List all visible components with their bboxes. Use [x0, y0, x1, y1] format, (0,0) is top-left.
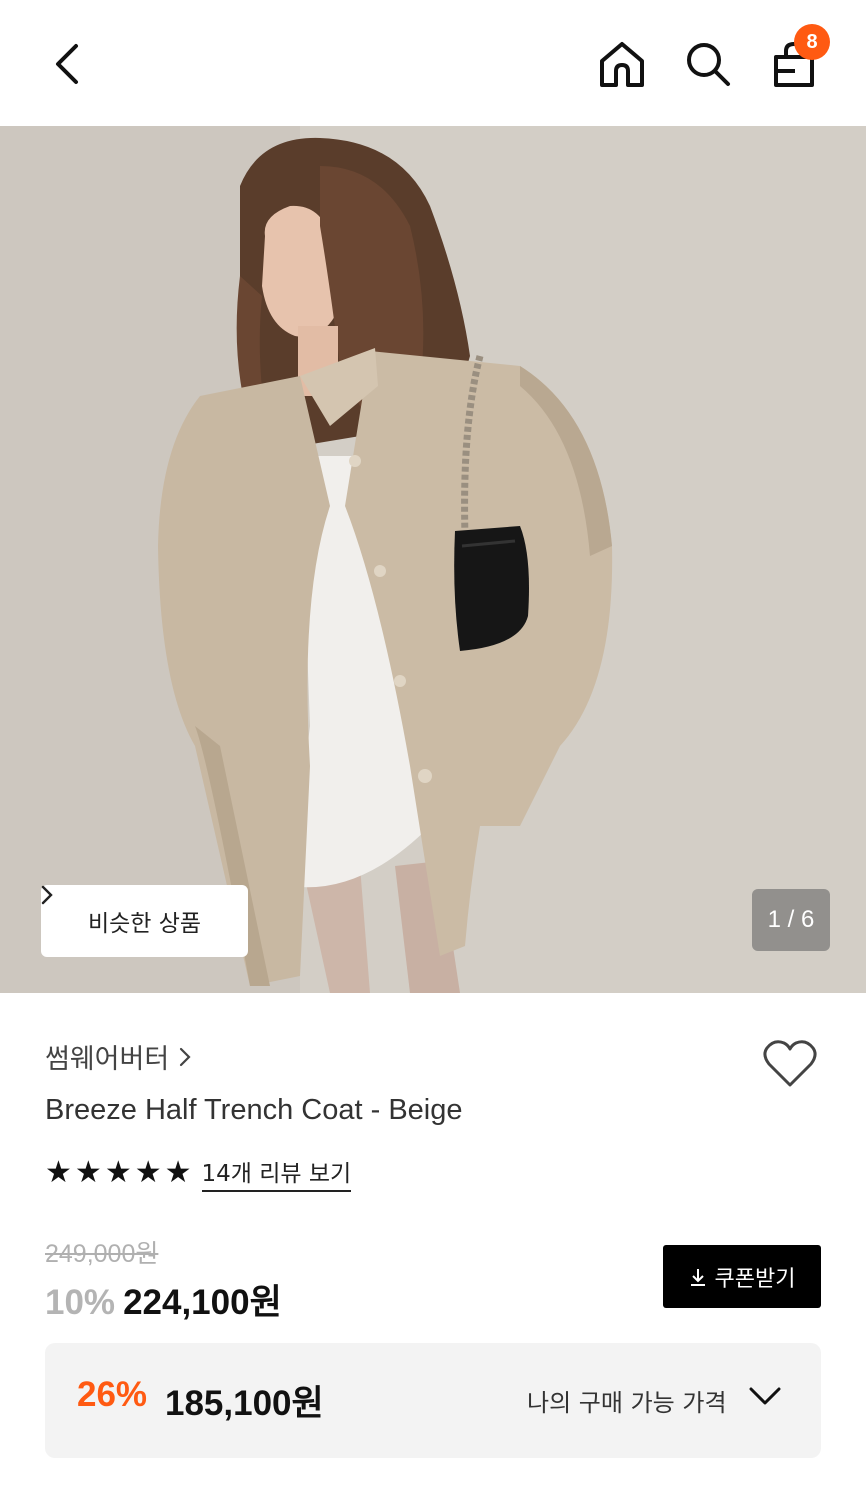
star-icon: ★ — [104, 1155, 132, 1190]
my-discount-rate: 26% — [77, 1375, 148, 1414]
star-rating: ★ ★ ★ ★ ★ — [45, 1158, 192, 1188]
star-icon: ★ — [134, 1155, 162, 1190]
my-price-label: 나의 구매 가능 가격 — [527, 1389, 727, 1417]
product-name: Breeze Half Trench Coat - Beige — [45, 1094, 463, 1126]
home-button[interactable] — [594, 36, 650, 92]
top-nav-bar: 8 — [0, 0, 866, 126]
price-row: 10% 224,100원 — [45, 1274, 282, 1325]
star-icon: ★ — [164, 1155, 192, 1190]
back-icon — [56, 44, 78, 84]
cart-count-badge: 8 — [794, 24, 830, 60]
review-link[interactable]: 14개 리뷰 보기 — [201, 1154, 352, 1192]
similar-products-button[interactable]: 비슷한 상품 — [41, 885, 248, 957]
brand-name: 썸웨어버터 — [45, 1044, 170, 1075]
coupon-label: 쿠폰받기 — [714, 1266, 796, 1292]
product-photo — [0, 126, 866, 993]
coupon-button[interactable]: 쿠폰받기 — [663, 1245, 821, 1308]
sale-price: 224,100원 — [123, 1283, 282, 1322]
star-icon: ★ — [45, 1155, 72, 1190]
chevron-right-icon — [41, 885, 53, 905]
my-price-panel[interactable]: 26% 185,100원 나의 구매 가능 가격 — [45, 1343, 821, 1458]
back-button[interactable] — [40, 34, 94, 94]
chevron-down-icon — [749, 1387, 781, 1405]
wishlist-button[interactable] — [760, 1036, 820, 1092]
similar-products-label: 비슷한 상품 — [87, 911, 202, 937]
download-icon — [690, 1268, 705, 1286]
discount-rate: 10% — [45, 1283, 116, 1322]
chevron-right-icon — [180, 1047, 191, 1066]
original-price: 249,000원 — [45, 1240, 159, 1268]
search-button[interactable] — [680, 36, 736, 92]
home-icon — [600, 42, 644, 87]
brand-link[interactable]: 썸웨어버터 — [45, 1037, 191, 1076]
my-price: 185,100원 — [165, 1384, 324, 1423]
star-icon: ★ — [74, 1155, 102, 1190]
heart-icon — [763, 1040, 817, 1087]
rating-row: ★ ★ ★ ★ ★ 14개 리뷰 보기 — [45, 1154, 352, 1192]
image-counter: 1 / 6 — [752, 889, 830, 951]
product-image[interactable]: 비슷한 상품 1 / 6 — [0, 126, 866, 993]
search-icon — [687, 43, 730, 86]
